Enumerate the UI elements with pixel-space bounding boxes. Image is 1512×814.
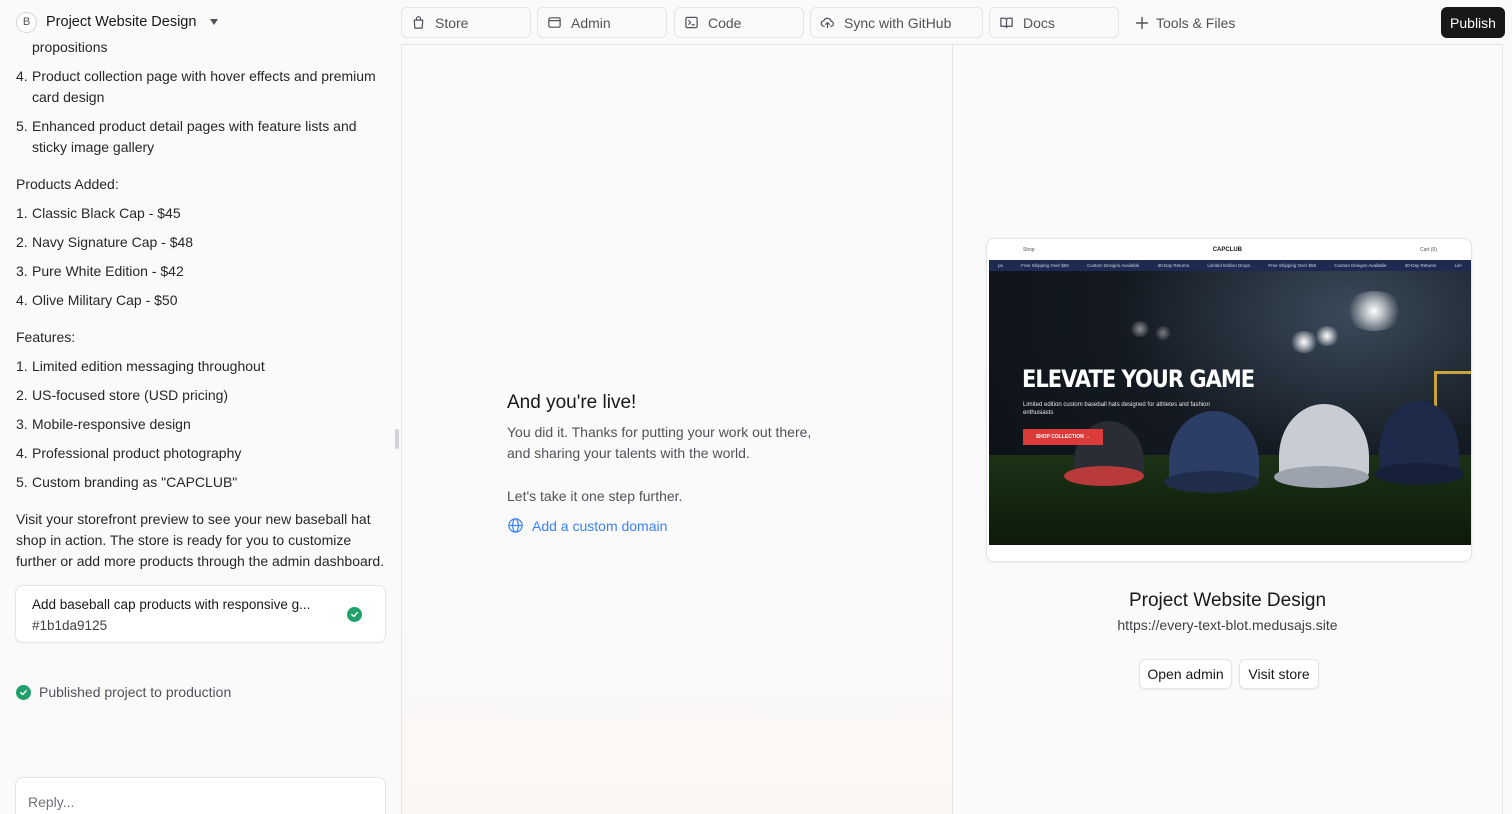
tab-label: Docs [1023, 14, 1055, 31]
shop-collection-button[interactable]: SHOP COLLECTION → [1023, 429, 1103, 445]
chevron-down-icon[interactable] [210, 19, 219, 25]
open-admin-button[interactable]: Open admin [1139, 659, 1232, 689]
tab-label: Store [435, 14, 469, 31]
live-title: And you're live! [507, 392, 637, 413]
live-text: You did it. Thanks for putting your work… [507, 424, 812, 461]
hero-subtitle: Limited edition custom baseball hats des… [1023, 402, 1210, 416]
preview-hero: ELEVATE YOUR GAME Limited edition custom… [989, 271, 1471, 545]
storefront-preview[interactable]: Shop CAPCLUB Cart (0) ps Free Shipping O… [986, 238, 1472, 562]
bag-icon [413, 16, 424, 29]
cap-bill [1374, 463, 1464, 485]
list-item: 2. Navy Signature Cap - $48 [16, 234, 194, 250]
preview-brand: CAPCLUB [1212, 247, 1243, 253]
preview-nav-shop: Shop [1023, 247, 1035, 253]
list-item: 2. US-focused store (USD pricing) [16, 387, 229, 403]
step-text: Let's take it one step further. [507, 488, 683, 504]
commit-card[interactable]: Add baseball cap products with responsiv… [15, 585, 386, 643]
list-item: 3. Pure White Edition - $42 [16, 263, 184, 279]
commit-title: Add baseball cap products with responsiv… [32, 597, 311, 612]
avatar: B [16, 11, 37, 33]
site-title: Project Website Design [1128, 590, 1327, 611]
published-text: Published project to production [39, 684, 232, 700]
stadium-light [1344, 291, 1404, 331]
hero-title: ELEVATE YOUR GAME [1022, 365, 1255, 393]
resize-handle[interactable] [395, 429, 399, 449]
book-icon [1000, 17, 1013, 29]
reply-input[interactable] [15, 777, 386, 814]
main-panel: And you're live! You did it. Thanks for … [401, 44, 1503, 814]
list-item: 5. Enhanced product detail pages with fea… [16, 118, 357, 155]
list-item: 5. Custom branding as "CAPCLUB" [16, 474, 238, 490]
tab-label: Admin [571, 14, 611, 31]
products-heading: Products Added: [16, 176, 119, 192]
commit-hash: #1b1da9125 [32, 618, 108, 633]
add-custom-domain-link[interactable]: Add a custom domain [507, 517, 667, 534]
project-switcher[interactable]: B Project Website Design [16, 10, 219, 34]
visit-store-button[interactable]: Visit store [1239, 659, 1319, 689]
domain-link-label: Add a custom domain [532, 517, 668, 534]
tab-store[interactable]: Store [401, 7, 531, 38]
site-pane: Shop CAPCLUB Cart (0) ps Free Shipping O… [953, 45, 1502, 814]
plus-icon [1135, 16, 1149, 29]
stadium-light [1314, 326, 1340, 346]
project-title: Project Website Design [46, 14, 197, 30]
list-item: 4. Professional product photography [16, 445, 242, 461]
features-heading: Features: [16, 329, 76, 345]
tab-code[interactable]: Code [674, 7, 804, 38]
cloud-upload-icon [820, 17, 834, 29]
preview-ticker: ps Free Shipping Over $50 Custom Designs… [989, 260, 1471, 271]
site-url[interactable]: https://every-text-blot.medusajs.site [953, 617, 1502, 633]
list-item: 4. Olive Military Cap - $50 [16, 292, 178, 308]
list-item: propositions [32, 39, 108, 55]
globe-icon [508, 518, 523, 533]
cap-bill [1164, 471, 1259, 493]
stadium-light [1154, 326, 1172, 340]
app-window: B Project Website Design propositions 4.… [0, 0, 1512, 814]
list-item: 3. Mobile-responsive design [16, 416, 191, 432]
stadium-light [1129, 321, 1151, 337]
check-circle-icon [347, 607, 362, 622]
tab-label: Sync with GitHub [844, 14, 952, 31]
closing-paragraph: Visit your storefront preview to see you… [16, 511, 385, 569]
terminal-icon [685, 16, 698, 29]
preview-nav: Shop CAPCLUB Cart (0) [989, 241, 1471, 259]
tools-label: Tools & Files [1156, 14, 1236, 31]
tab-docs[interactable]: Docs [989, 7, 1119, 38]
tools-files-button[interactable]: Tools & Files [1135, 7, 1235, 38]
publish-button[interactable]: Publish [1441, 7, 1505, 38]
cap-bill [1064, 466, 1144, 486]
tab-admin[interactable]: Admin [537, 7, 667, 38]
published-status: Published project to production [16, 684, 231, 700]
tab-sync-github[interactable]: Sync with GitHub [810, 7, 983, 38]
list-item: 1. Limited edition messaging throughout [16, 358, 265, 374]
tab-label: Code [708, 14, 742, 31]
check-circle-icon [16, 684, 31, 700]
assistant-message: propositions 4. Product collection page w… [16, 38, 391, 572]
preview-nav-cart: Cart (0) [1420, 247, 1437, 253]
cap-bill [1274, 466, 1369, 488]
list-item: 4. Product collection page with hover eff… [16, 68, 376, 105]
list-item: 1. Classic Black Cap - $45 [16, 205, 181, 221]
live-pane: And you're live! You did it. Thanks for … [402, 45, 953, 814]
window-icon [548, 17, 561, 28]
chat-panel: B Project Website Design propositions 4.… [0, 0, 401, 814]
